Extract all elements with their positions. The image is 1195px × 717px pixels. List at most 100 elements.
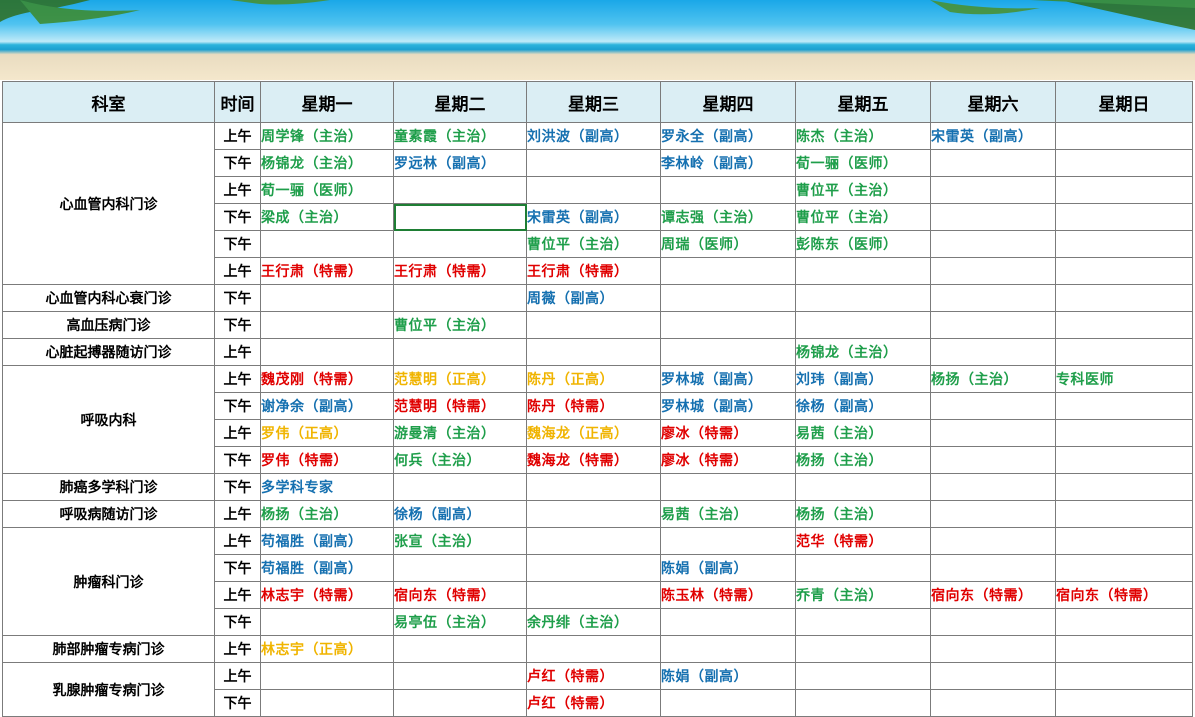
doctor-cell[interactable] xyxy=(795,311,931,339)
doctor-cell[interactable]: 陈杰（主治） xyxy=(795,122,931,150)
doctor-cell[interactable] xyxy=(795,635,931,663)
doctor-cell[interactable]: 宿向东（特需） xyxy=(930,581,1056,609)
doctor-cell[interactable]: 陈娟（副高） xyxy=(660,554,796,582)
doctor-cell[interactable]: 魏茂刚（特需） xyxy=(260,365,394,393)
doctor-cell[interactable]: 王行肃（特需） xyxy=(393,257,527,285)
doctor-cell[interactable]: 陈丹（正高） xyxy=(526,365,661,393)
doctor-cell[interactable] xyxy=(930,554,1056,582)
doctor-cell[interactable]: 宋雷英（副高） xyxy=(930,122,1056,150)
department-name[interactable]: 肿瘤科门诊 xyxy=(2,527,215,636)
doctor-cell[interactable] xyxy=(660,338,796,366)
doctor-cell[interactable]: 罗远林（副高） xyxy=(393,149,527,177)
doctor-cell[interactable]: 廖冰（特需） xyxy=(660,446,796,474)
session-time[interactable]: 下午 xyxy=(214,446,261,474)
session-time[interactable]: 上午 xyxy=(214,500,261,528)
doctor-cell[interactable] xyxy=(1055,500,1193,528)
doctor-cell[interactable]: 曹位平（主治） xyxy=(795,176,931,204)
doctor-cell[interactable]: 卢红（特需） xyxy=(526,662,661,690)
session-time[interactable]: 下午 xyxy=(214,203,261,231)
doctor-cell[interactable] xyxy=(1055,689,1193,717)
doctor-cell[interactable]: 徐杨（副高） xyxy=(795,392,931,420)
doctor-cell[interactable]: 陈玉林（特需） xyxy=(660,581,796,609)
department-name[interactable]: 呼吸病随访门诊 xyxy=(2,500,215,528)
doctor-cell[interactable] xyxy=(1055,338,1193,366)
doctor-cell[interactable]: 荀一骊（医师） xyxy=(795,149,931,177)
session-time[interactable]: 上午 xyxy=(214,662,261,690)
doctor-cell[interactable] xyxy=(1055,662,1193,690)
doctor-cell[interactable]: 李林岭（副高） xyxy=(660,149,796,177)
doctor-cell[interactable] xyxy=(930,257,1056,285)
doctor-cell[interactable] xyxy=(930,662,1056,690)
department-name[interactable]: 肺部肿瘤专病门诊 xyxy=(2,635,215,663)
doctor-cell[interactable] xyxy=(1055,257,1193,285)
doctor-cell[interactable]: 曹位平（主治） xyxy=(393,311,527,339)
doctor-cell[interactable] xyxy=(393,176,527,204)
doctor-cell[interactable]: 曹位平（主治） xyxy=(526,230,661,258)
doctor-cell[interactable] xyxy=(526,500,661,528)
doctor-cell[interactable]: 罗伟（正高） xyxy=(260,419,394,447)
session-time[interactable]: 上午 xyxy=(214,122,261,150)
doctor-cell[interactable] xyxy=(930,446,1056,474)
doctor-cell[interactable] xyxy=(1055,149,1193,177)
doctor-cell[interactable]: 易茜（主治） xyxy=(795,419,931,447)
doctor-cell[interactable] xyxy=(526,581,661,609)
doctor-cell[interactable] xyxy=(930,689,1056,717)
doctor-cell[interactable] xyxy=(1055,635,1193,663)
doctor-cell[interactable] xyxy=(660,284,796,312)
doctor-cell[interactable] xyxy=(1055,608,1193,636)
doctor-cell[interactable]: 罗永全（副高） xyxy=(660,122,796,150)
doctor-cell[interactable]: 陈丹（特需） xyxy=(526,392,661,420)
doctor-cell[interactable]: 多学科专家 xyxy=(260,473,394,501)
doctor-cell[interactable]: 王行肃（特需） xyxy=(526,257,661,285)
doctor-cell[interactable] xyxy=(393,473,527,501)
doctor-cell[interactable]: 周瑞（医师） xyxy=(660,230,796,258)
session-time[interactable]: 下午 xyxy=(214,473,261,501)
doctor-cell[interactable] xyxy=(930,230,1056,258)
doctor-cell[interactable]: 游曼清（主治） xyxy=(393,419,527,447)
doctor-cell[interactable] xyxy=(1055,473,1193,501)
doctor-cell[interactable] xyxy=(260,338,394,366)
doctor-cell[interactable] xyxy=(930,311,1056,339)
doctor-cell[interactable] xyxy=(930,338,1056,366)
doctor-cell[interactable] xyxy=(1055,203,1193,231)
doctor-cell[interactable] xyxy=(660,635,796,663)
doctor-cell[interactable]: 曹位平（主治） xyxy=(795,203,931,231)
doctor-cell[interactable] xyxy=(660,608,796,636)
doctor-cell[interactable]: 周薇（副高） xyxy=(526,284,661,312)
doctor-cell[interactable] xyxy=(660,311,796,339)
doctor-cell[interactable] xyxy=(795,662,931,690)
doctor-cell[interactable] xyxy=(930,149,1056,177)
doctor-cell[interactable]: 苟福胜（副高） xyxy=(260,527,394,555)
doctor-cell[interactable]: 杨扬（主治） xyxy=(930,365,1056,393)
doctor-cell[interactable] xyxy=(795,608,931,636)
doctor-cell[interactable] xyxy=(1055,419,1193,447)
doctor-cell[interactable] xyxy=(260,662,394,690)
doctor-cell[interactable]: 张宣（主治） xyxy=(393,527,527,555)
session-time[interactable]: 上午 xyxy=(214,257,261,285)
doctor-cell[interactable] xyxy=(393,284,527,312)
doctor-cell[interactable] xyxy=(1055,446,1193,474)
doctor-cell[interactable] xyxy=(1055,230,1193,258)
doctor-cell[interactable] xyxy=(930,635,1056,663)
department-name[interactable]: 呼吸内科 xyxy=(2,365,215,474)
session-time[interactable]: 下午 xyxy=(214,689,261,717)
doctor-cell[interactable] xyxy=(930,203,1056,231)
doctor-cell[interactable] xyxy=(795,473,931,501)
doctor-cell[interactable] xyxy=(1055,284,1193,312)
doctor-cell[interactable]: 荀一骊（医师） xyxy=(260,176,394,204)
session-time[interactable]: 上午 xyxy=(214,365,261,393)
doctor-cell[interactable] xyxy=(660,527,796,555)
doctor-cell[interactable]: 谢净余（副高） xyxy=(260,392,394,420)
doctor-cell[interactable]: 刘玮（副高） xyxy=(795,365,931,393)
department-name[interactable]: 高血压病门诊 xyxy=(2,311,215,339)
doctor-cell[interactable]: 宿向东（特需） xyxy=(1055,581,1193,609)
doctor-cell[interactable] xyxy=(660,689,796,717)
doctor-cell[interactable] xyxy=(660,176,796,204)
doctor-cell[interactable] xyxy=(930,419,1056,447)
session-time[interactable]: 上午 xyxy=(214,635,261,663)
doctor-cell[interactable] xyxy=(260,284,394,312)
doctor-cell[interactable]: 魏海龙（正高） xyxy=(526,419,661,447)
doctor-cell[interactable]: 廖冰（特需） xyxy=(660,419,796,447)
doctor-cell[interactable] xyxy=(1055,176,1193,204)
doctor-cell[interactable] xyxy=(393,554,527,582)
